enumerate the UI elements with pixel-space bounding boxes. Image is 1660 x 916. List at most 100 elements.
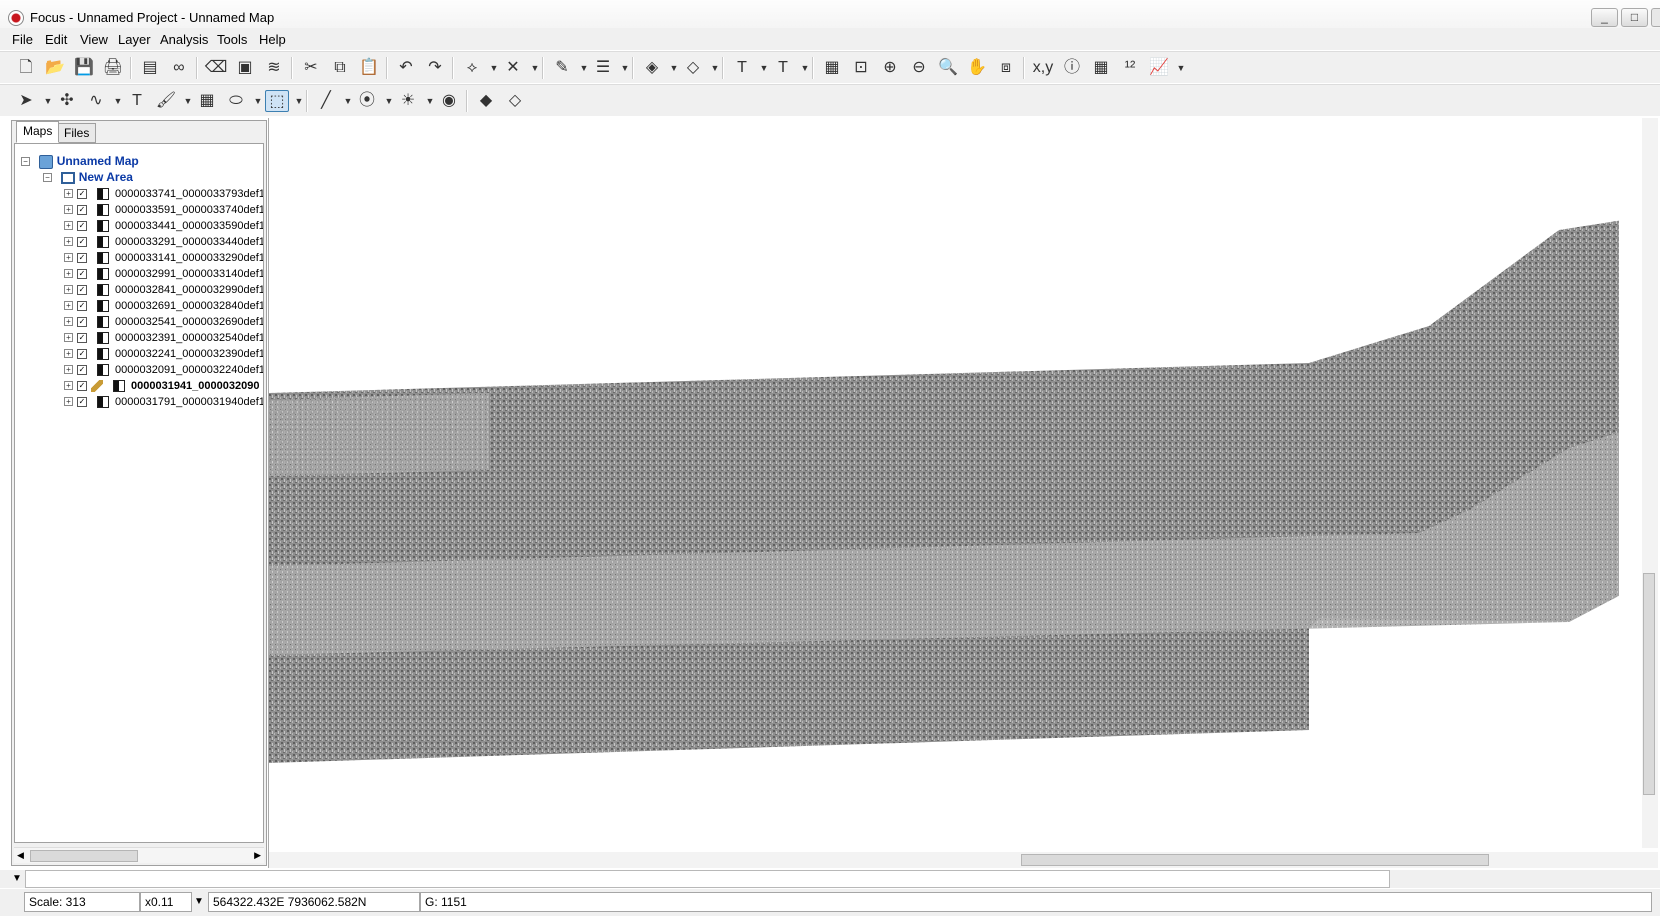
dropdown-caret-icon[interactable]: ▼ [294, 90, 304, 112]
collapse-icon[interactable]: − [21, 157, 30, 167]
expand-icon[interactable]: + [64, 317, 73, 327]
coordinates-icon[interactable]: x,y [1031, 57, 1055, 79]
dropdown-caret-icon[interactable]: ▼ [384, 90, 394, 112]
scroll-thumb[interactable] [1021, 854, 1489, 866]
layer-visibility-checkbox[interactable]: ✓ [77, 220, 87, 231]
layer-row[interactable]: + ✓ 0000032541_0000032690def1 [64, 314, 263, 330]
dropdown-caret-icon[interactable]: ▼ [800, 57, 810, 79]
layer-row[interactable]: + ✓ 0000033591_0000033740def1 [64, 202, 263, 218]
layer-visibility-checkbox[interactable]: ✓ [77, 316, 87, 327]
chart-icon[interactable]: 📈 [1147, 57, 1171, 79]
eraser-icon[interactable]: ⌫ [204, 57, 228, 79]
grid-icon[interactable]: ▦ [195, 90, 219, 112]
expand-icon[interactable]: + [64, 365, 73, 375]
paint-icon[interactable]: 🖌 [154, 90, 178, 112]
expand-icon[interactable]: + [64, 237, 73, 247]
menu-edit[interactable]: Edit [45, 32, 67, 47]
collapse-icon[interactable]: − [43, 173, 52, 183]
close-button[interactable] [1651, 8, 1660, 27]
layer-visibility-checkbox[interactable]: ✓ [77, 188, 87, 199]
layer-visibility-checkbox[interactable]: ✓ [77, 252, 87, 263]
dropdown-caret-icon[interactable]: ▼ [1176, 57, 1186, 79]
paste-icon[interactable]: 📋 [357, 57, 381, 79]
layer-visibility-checkbox[interactable]: ✓ [77, 284, 87, 295]
contour-icon[interactable]: ⦿ [355, 90, 379, 112]
layer-row[interactable]: + ✓ 0000032091_0000032240def1 [64, 362, 263, 378]
scroll-thumb[interactable] [30, 850, 138, 862]
map-canvas[interactable] [268, 118, 1658, 868]
vertex-add-icon[interactable]: ⟡ [460, 57, 484, 79]
expand-icon[interactable]: + [64, 381, 73, 391]
open-folder-icon[interactable]: 📂 [43, 57, 67, 79]
layer-visibility-checkbox[interactable]: ✓ [77, 332, 87, 343]
expand-icon[interactable]: + [64, 221, 73, 231]
copy-icon[interactable]: ⧉ [328, 57, 352, 79]
layer-visibility-checkbox[interactable]: ✓ [77, 380, 87, 391]
select-region-icon[interactable]: ⬚ [265, 90, 289, 112]
layer-row[interactable]: + ✓ 0000033141_0000033290def1 [64, 250, 263, 266]
expand-icon[interactable]: + [64, 285, 73, 295]
expand-down-icon[interactable]: ▼ [12, 873, 22, 884]
info-icon[interactable]: ⓘ [1060, 57, 1084, 79]
properties-icon[interactable]: ▤ [138, 57, 162, 79]
new-file-icon[interactable]: 🗋 [14, 57, 38, 79]
layer-visibility-checkbox[interactable]: ✓ [77, 364, 87, 375]
select-arrow-icon[interactable]: ➤ [14, 90, 38, 112]
light-source-icon[interactable]: ☀ [396, 90, 420, 112]
menu-file[interactable]: File [12, 32, 33, 47]
dropdown-caret-icon[interactable]: ▼ [530, 57, 540, 79]
save-icon[interactable]: 💾 [72, 57, 96, 79]
scroll-thumb[interactable] [1643, 573, 1655, 795]
layer-row[interactable]: + ✓ 0000033741_0000033793def1 [64, 186, 263, 202]
expand-icon[interactable]: + [64, 333, 73, 343]
expand-icon[interactable]: + [64, 269, 73, 279]
expand-icon[interactable]: + [64, 189, 73, 199]
tree-root-unnamed-map[interactable]: − Unnamed Map [21, 154, 139, 170]
zoom-in-icon[interactable]: ⊕ [878, 57, 902, 79]
layers-icon[interactable]: ≋ [262, 57, 286, 79]
menu-help[interactable]: Help [259, 32, 286, 47]
text-tool-icon[interactable]: T [125, 90, 149, 112]
dropdown-caret-icon[interactable]: ▼ [183, 90, 193, 112]
scroll-right-icon[interactable]: ▶ [254, 850, 261, 861]
layer-visibility-checkbox[interactable]: ✓ [77, 348, 87, 359]
zoom-window-icon[interactable]: ⊡ [849, 57, 873, 79]
expand-icon[interactable]: + [64, 205, 73, 215]
layer-row[interactable]: + ✓ 0000032241_0000032390def1 [64, 346, 263, 362]
layer-visibility-checkbox[interactable]: ✓ [77, 300, 87, 311]
link-icon[interactable]: ∞ [167, 57, 191, 79]
table-icon[interactable]: ▦ [1089, 57, 1113, 79]
layer-row[interactable]: + ✓ 0000031791_0000031940def1 [64, 394, 263, 410]
tab-files[interactable]: Files [57, 123, 97, 143]
menu-view[interactable]: View [80, 32, 108, 47]
layer-row[interactable]: + ✓ 0000033441_0000033590def1 [64, 218, 263, 234]
undo-icon[interactable]: ↶ [394, 57, 418, 79]
zoom-select-icon[interactable]: 🔍 [936, 57, 960, 79]
line-style-icon[interactable]: ☰ [591, 57, 615, 79]
print-icon[interactable]: 🖨 [101, 57, 125, 79]
layer-row[interactable]: + ✓ 0000032991_0000033140def1 [64, 266, 263, 282]
menu-tools[interactable]: Tools [217, 32, 247, 47]
menu-layer[interactable]: Layer [118, 32, 151, 47]
expand-icon[interactable]: + [64, 301, 73, 311]
zoom-extents-icon[interactable]: ▦ [820, 57, 844, 79]
dropdown-caret-icon[interactable]: ▼ [620, 57, 630, 79]
layer-visibility-checkbox[interactable]: ✓ [77, 268, 87, 279]
panel-horizontal-scrollbar[interactable]: ◀ ▶ [14, 847, 264, 863]
fill-color-icon[interactable]: ◈ [640, 57, 664, 79]
text-color-icon[interactable]: T [730, 57, 754, 79]
fill-style-icon[interactable]: ◇ [681, 57, 705, 79]
layer-row[interactable]: + ✓ 0000032841_0000032990def1 [64, 282, 263, 298]
cut-icon[interactable]: ✂ [299, 57, 323, 79]
dropdown-caret-icon[interactable]: ▼ [489, 57, 499, 79]
map-horizontal-scrollbar[interactable] [269, 852, 1658, 868]
dropdown-caret-icon[interactable]: ▼ [343, 90, 353, 112]
dropdown-caret-icon[interactable]: ▼ [669, 57, 679, 79]
menu-analysis[interactable]: Analysis [160, 32, 208, 47]
rgb-icon[interactable]: ◉ [437, 90, 461, 112]
zoom-previous-icon[interactable]: ⧈ [994, 57, 1018, 79]
layer-visibility-checkbox[interactable]: ✓ [77, 236, 87, 247]
maximize-button[interactable]: □ [1621, 8, 1648, 27]
fill-tool-icon[interactable]: ⬭ [224, 90, 248, 112]
dropdown-caret-icon[interactable]: ▼ [759, 57, 769, 79]
